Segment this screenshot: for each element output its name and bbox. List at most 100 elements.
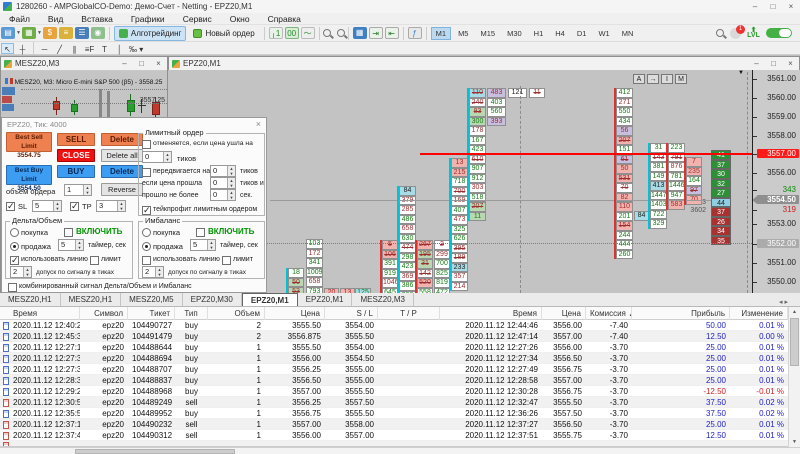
delta-buy-radio[interactable] — [10, 228, 19, 237]
trendline-tool-icon[interactable]: ╱ — [53, 43, 66, 54]
zoom-in-icon[interactable] — [322, 29, 331, 37]
scroll-down-icon[interactable]: ▼ — [789, 437, 800, 447]
tab-EPZ20,M1[interactable]: EPZ20,M1 — [241, 293, 298, 306]
best-buy-limit-button[interactable]: Best Buy Limit 3554.50 — [6, 165, 52, 192]
limit-ticks3-spinner[interactable]: 0 ▲ ▼ — [210, 177, 236, 189]
close-icon[interactable]: × — [782, 59, 799, 68]
column-header-10[interactable]: Комиссия ▲ — [586, 307, 632, 320]
new-chart-icon[interactable]: ▤ — [1, 27, 15, 39]
close-position-button[interactable]: CLOSE — [57, 149, 95, 162]
table-row[interactable]: 2020.11.12 12:27:11 epz20 104488644 buy 1 355… — [0, 342, 788, 353]
tile-windows-icon[interactable]: ▦ — [352, 27, 367, 39]
scroll-up-icon[interactable]: ▲ — [789, 307, 800, 317]
sl-spinner[interactable]: 5 ▲ ▼ — [32, 200, 62, 212]
close-icon[interactable]: × — [782, 2, 800, 11]
timeframe-D1[interactable]: D1 — [572, 27, 592, 40]
buy-button[interactable]: BUY — [57, 165, 95, 178]
profiles-icon[interactable]: ▦ — [21, 27, 36, 39]
sell-button[interactable]: SELL — [57, 133, 95, 146]
navigator-icon[interactable]: ☰ — [74, 27, 89, 39]
imbalance-timer-spinner[interactable]: 5 ▲ ▼ — [190, 239, 216, 251]
best-sell-limit-button[interactable]: Best Sell Limit 3554.75 — [6, 132, 52, 159]
delete-sell-button[interactable]: Delete — [101, 133, 143, 146]
tab-MESZ20,M5[interactable]: MESZ20,M5 — [121, 293, 183, 306]
column-header-12[interactable]: Изменение — [730, 307, 788, 320]
menu-item-Файл[interactable]: Файл — [0, 14, 39, 24]
left-window-titlebar[interactable]: MESZ20,M3 – □ × — [1, 57, 167, 71]
table-row[interactable]: 2020.11.12 12:37:16 epz20 104490232 sell 1 35… — [0, 419, 788, 430]
column-header-2[interactable]: Тикет — [128, 307, 175, 320]
tab-MESZ20,H1[interactable]: MESZ20,H1 — [61, 293, 122, 306]
limit-sec-spinner[interactable]: 0 ▲ ▼ — [210, 189, 236, 201]
auto-scroll-icon[interactable]: ⇤ — [384, 27, 399, 39]
timeframe-M15[interactable]: M15 — [475, 27, 500, 40]
notifications-icon[interactable]: 1 — [730, 24, 745, 39]
column-header-9[interactable]: Цена — [542, 307, 586, 320]
timeframe-M30[interactable]: M30 — [502, 27, 527, 40]
column-header-7[interactable]: T / P — [378, 307, 440, 320]
imbalance-buy-radio[interactable] — [142, 228, 151, 237]
imbalance-line-checkbox[interactable] — [142, 256, 151, 265]
tp-spinner[interactable]: 3 ▲ ▼ — [96, 200, 126, 212]
indicators-icon[interactable]: ƒ — [407, 27, 422, 39]
menu-item-Сервис[interactable]: Сервис — [174, 14, 221, 24]
table-row[interactable]: 2020.11.12 12:29:21 epz20 104488968 buy 1 355… — [0, 386, 788, 397]
timeframe-W1[interactable]: W1 — [593, 27, 614, 40]
table-row[interactable]: 2020.11.12 12:30:50 epz20 104489249 sell 1 35… — [0, 397, 788, 408]
bars-chart-icon[interactable]: ╷1 — [268, 27, 283, 39]
column-header-8[interactable]: Время — [440, 307, 542, 320]
chevron-down-icon[interactable]: ▼ — [37, 30, 42, 36]
price-scale[interactable]: 3561.00 3560.00 3559.00 3558.00 3557.00 3556.… — [752, 70, 800, 293]
vline-tool-icon[interactable]: │ — [113, 43, 126, 54]
tab-scroll-arrows[interactable]: ◂ ▸ — [779, 298, 800, 306]
table-row[interactable]: 2020.11.12 12:45:32 epz20 104491479 buy 2 355… — [0, 331, 788, 342]
table-row[interactable]: 2020.11.12 12:40:21 epz20 104490727 buy 2 355… — [0, 320, 788, 331]
delete-all-button[interactable]: Delete all — [101, 149, 143, 162]
sl-checkbox[interactable] — [6, 201, 15, 212]
limit-move-checkbox[interactable] — [142, 168, 151, 177]
delete-buy-button[interactable]: Delete — [101, 165, 143, 178]
delta-enable-checkbox[interactable] — [64, 228, 73, 237]
tab-EPZ20,M30[interactable]: EPZ20,M30 — [183, 293, 242, 306]
menu-item-Вставка[interactable]: Вставка — [72, 14, 122, 24]
tp-checkbox[interactable] — [70, 201, 79, 212]
limit-ticks2-spinner[interactable]: 0 ▲ ▼ — [210, 165, 236, 177]
minimize-icon[interactable]: – — [748, 59, 765, 68]
horizontal-scrollbar[interactable] — [0, 447, 800, 454]
delta-sell-radio[interactable] — [10, 242, 19, 251]
order-volume-spinner[interactable]: 1 ▲ ▼ — [64, 184, 92, 196]
hline-tool-icon[interactable]: ─ — [38, 43, 51, 54]
takeprofit-checkbox[interactable] — [142, 205, 151, 216]
timeframe-MN[interactable]: MN — [617, 27, 639, 40]
timeframe-M1[interactable]: M1 — [430, 26, 452, 40]
zoom-out-icon[interactable] — [336, 29, 345, 37]
market-watch-icon[interactable]: $ — [42, 27, 57, 39]
menu-item-Окно[interactable]: Окно — [221, 14, 259, 24]
combined-signal-checkbox[interactable] — [8, 283, 17, 292]
column-header-6[interactable]: S / L — [325, 307, 378, 320]
delta-limit-checkbox[interactable] — [90, 256, 99, 265]
minimize-icon[interactable]: – — [116, 59, 133, 68]
scrollbar-thumb[interactable] — [790, 318, 799, 366]
column-header-0[interactable]: Время — [0, 307, 80, 320]
minimize-icon[interactable]: – — [746, 2, 764, 11]
column-header-11[interactable]: Прибыль — [632, 307, 730, 320]
shift-end-icon[interactable]: ⇥ — [368, 27, 383, 39]
signal-line[interactable] — [420, 153, 752, 155]
fibo-tool-icon[interactable]: ≡F — [83, 43, 96, 54]
restore-icon[interactable]: □ — [133, 59, 150, 68]
tab-MESZ20,H1[interactable]: MESZ20,H1 — [0, 293, 61, 306]
column-header-4[interactable]: Объем — [208, 307, 265, 320]
menu-item-Вид[interactable]: Вид — [39, 14, 72, 24]
column-header-5[interactable]: Цена — [265, 307, 325, 320]
table-row[interactable]: 2020.11.12 12:27:38 epz20 104488707 buy 1 355… — [0, 364, 788, 375]
tab-MESZ20,M3[interactable]: MESZ20,M3 — [352, 293, 414, 306]
chart-corner-button-I[interactable]: I — [661, 74, 673, 84]
scrollbar-thumb[interactable] — [75, 449, 235, 454]
close-icon[interactable]: × — [150, 59, 167, 68]
delta-tolerance-spinner[interactable]: 2 ▲ ▼ — [10, 266, 32, 278]
crosshair-icon[interactable]: ┼ — [16, 43, 29, 54]
chart-corner-button-M[interactable]: M — [675, 74, 687, 84]
delta-timer-spinner[interactable]: 5 ▲ ▼ — [58, 239, 84, 251]
limit-cancel-checkbox[interactable] — [142, 140, 151, 149]
